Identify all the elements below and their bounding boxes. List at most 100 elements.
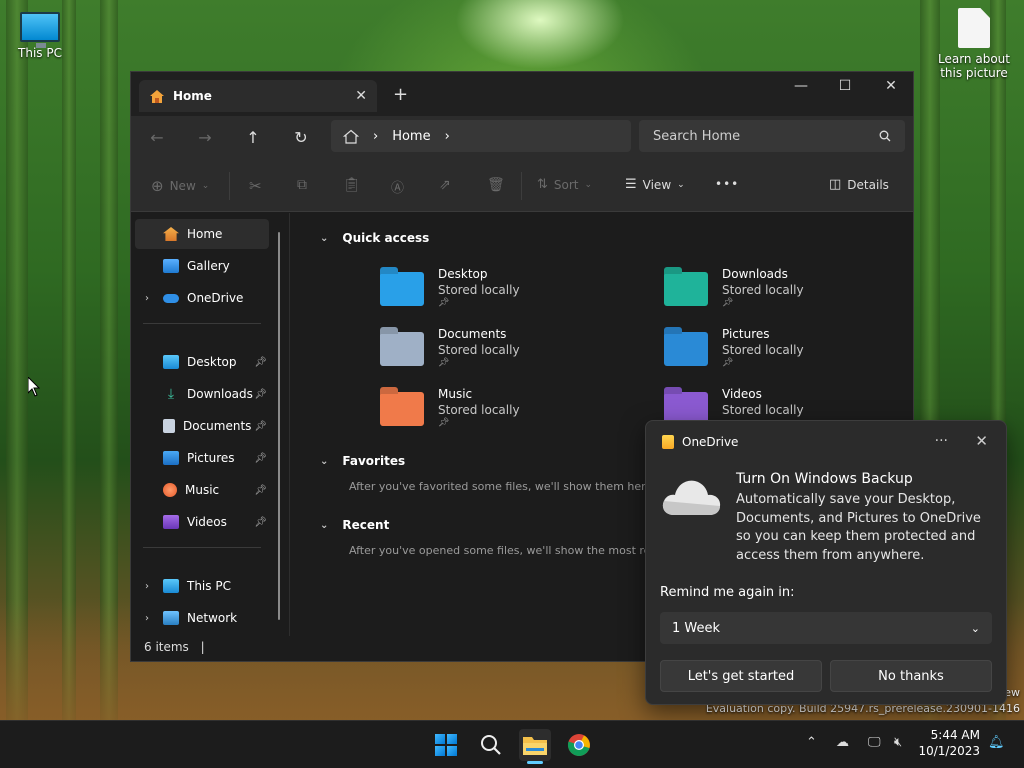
clock[interactable]: 5:44 AM 10/1/2023: [918, 727, 980, 759]
share-button[interactable]: ⇗: [439, 177, 451, 193]
plus-circle-icon: ⊕: [151, 177, 164, 195]
onedrive-notification: OneDrive ··· ✕ Turn On Windows Backup Au…: [645, 420, 1007, 705]
notification-bell-icon[interactable]: 🔔︎: [988, 735, 1005, 750]
search-button[interactable]: [475, 729, 507, 761]
chrome-taskbar-button[interactable]: [563, 729, 595, 761]
section-favorites[interactable]: ⌄ Favorites: [320, 454, 405, 468]
copy-button[interactable]: ⧉: [297, 177, 307, 193]
chevron-right-icon: ›: [444, 128, 450, 144]
desktop-icon-label: This PC: [18, 46, 62, 60]
new-button[interactable]: ⊕ New ⌄: [151, 177, 209, 195]
file-explorer-taskbar-button[interactable]: [519, 729, 551, 764]
sidebar-item-downloads[interactable]: ⤓ Downloads 📌︎: [135, 379, 269, 409]
back-button[interactable]: ←: [147, 128, 167, 147]
delete-button[interactable]: 🗑︎: [487, 177, 505, 193]
sidebar-item-label: Music: [185, 483, 220, 497]
quick-access-item[interactable]: Downloads Stored locally 📌︎: [664, 267, 804, 308]
view-button[interactable]: ☰ View ⌄: [625, 177, 685, 192]
sort-button[interactable]: ⇅ Sort ⌄: [537, 177, 592, 192]
sidebar-scrollbar[interactable]: [278, 232, 280, 620]
search-input[interactable]: Search Home: [639, 120, 905, 152]
network-tray-icon[interactable]: 🖵︎: [868, 735, 881, 750]
item-count: 6 items: [144, 640, 189, 654]
remind-dropdown[interactable]: 1 Week ⌄: [660, 612, 992, 644]
view-list-icon: ☰: [625, 177, 637, 192]
close-button[interactable]: ✕: [871, 78, 911, 94]
desktop-icon-this-pc[interactable]: This PC: [0, 12, 80, 60]
quick-access-item[interactable]: Music Stored locally 📌︎: [380, 387, 520, 428]
desktop-icon-learn-picture[interactable]: Learn about this picture: [934, 8, 1014, 80]
quick-access-item[interactable]: Desktop Stored locally 📌︎: [380, 267, 520, 308]
clipboard-icon: 📋︎: [343, 177, 361, 193]
toast-app-name: OneDrive: [682, 435, 739, 449]
sidebar-item-videos[interactable]: Videos 📌︎: [135, 507, 269, 537]
paste-button[interactable]: 📋︎: [343, 177, 361, 193]
details-pane-icon: ◫: [829, 177, 842, 192]
breadcrumb-home[interactable]: Home: [392, 129, 430, 144]
downloads-folder-icon: [664, 272, 708, 306]
address-bar[interactable]: › Home ›: [331, 120, 631, 152]
forward-button[interactable]: →: [195, 128, 215, 147]
sidebar-item-desktop[interactable]: Desktop 📌︎: [135, 347, 269, 377]
sidebar-item-onedrive[interactable]: › OneDrive: [135, 283, 269, 313]
rename-button[interactable]: Ⓐ: [391, 177, 404, 196]
navigation-bar: ← → ↑ ↻ › Home › Search Home: [131, 116, 913, 160]
clock-time: 5:44 AM: [930, 728, 980, 742]
divider: [143, 547, 261, 548]
sidebar-item-documents[interactable]: Documents 📌︎: [135, 411, 269, 441]
volume-muted-icon[interactable]: 🔇︎: [894, 735, 902, 750]
chevron-down-icon: ⌄: [320, 455, 329, 467]
home-icon: [163, 227, 179, 241]
sidebar-item-gallery[interactable]: Gallery: [135, 251, 269, 281]
tab-close-button[interactable]: ✕: [355, 88, 367, 104]
no-thanks-button[interactable]: No thanks: [830, 660, 992, 692]
toast-title: Turn On Windows Backup: [736, 471, 913, 487]
chevron-right-icon: ›: [145, 292, 149, 304]
onedrive-tray-icon[interactable]: ☁︎: [836, 735, 849, 750]
item-location: Stored locally: [722, 403, 804, 417]
refresh-button[interactable]: ↻: [291, 128, 311, 147]
new-tab-button[interactable]: +: [393, 84, 408, 105]
details-button[interactable]: ◫ Details: [829, 177, 889, 192]
section-quick-access[interactable]: ⌄ Quick access: [320, 231, 429, 245]
pin-icon: 📌︎: [254, 516, 267, 528]
cloud-icon: [163, 293, 179, 303]
network-icon: [163, 611, 179, 625]
navigation-pane: Home Gallery › OneDrive Desktop 📌︎ ⤓ Dow…: [131, 213, 289, 638]
pin-icon: 📌︎: [722, 358, 734, 368]
sidebar-item-this-pc[interactable]: › This PC: [135, 571, 269, 601]
onedrive-icon: [662, 435, 674, 449]
home-icon: [150, 89, 164, 103]
see-more-button[interactable]: •••: [715, 177, 739, 191]
quick-access-item[interactable]: Pictures Stored locally 📌︎: [664, 327, 804, 368]
view-button-label: View: [642, 177, 672, 192]
start-button[interactable]: [430, 729, 462, 761]
download-icon: ⤓: [167, 386, 175, 402]
cut-button[interactable]: ✂: [249, 177, 262, 195]
section-recent[interactable]: ⌄ Recent: [320, 518, 389, 532]
desktop-folder-icon: [163, 355, 179, 369]
toast-more-button[interactable]: ···: [935, 433, 948, 449]
details-button-label: Details: [847, 177, 889, 192]
toast-close-button[interactable]: ✕: [975, 432, 988, 450]
chrome-icon: [567, 734, 590, 756]
sidebar-item-music[interactable]: Music 📌︎: [135, 475, 269, 505]
lets-get-started-button[interactable]: Let's get started: [660, 660, 822, 692]
show-hidden-icons-button[interactable]: ⌃: [806, 735, 817, 750]
sidebar-item-home[interactable]: Home: [135, 219, 269, 249]
sidebar-item-network[interactable]: › Network: [135, 603, 269, 633]
minimize-button[interactable]: —: [781, 78, 821, 94]
quick-access-item[interactable]: Documents Stored locally 📌︎: [380, 327, 520, 368]
pin-icon: 📌︎: [438, 358, 450, 368]
maximize-button[interactable]: ☐: [825, 78, 865, 94]
pin-icon: 📌︎: [254, 452, 267, 464]
taskbar: ⌃ ☁︎ 🖵︎ 🔇︎ 5:44 AM 10/1/2023 🔔︎: [0, 720, 1024, 768]
sidebar-item-pictures[interactable]: Pictures 📌︎: [135, 443, 269, 473]
tab-home[interactable]: Home ✕: [139, 80, 377, 112]
sidebar-item-label: Pictures: [187, 451, 235, 465]
pin-icon: 📌︎: [254, 388, 267, 400]
sidebar-item-label: Videos: [187, 515, 227, 529]
up-button[interactable]: ↑: [243, 128, 263, 147]
copy-icon: ⧉: [297, 177, 307, 193]
divider: [521, 172, 522, 200]
